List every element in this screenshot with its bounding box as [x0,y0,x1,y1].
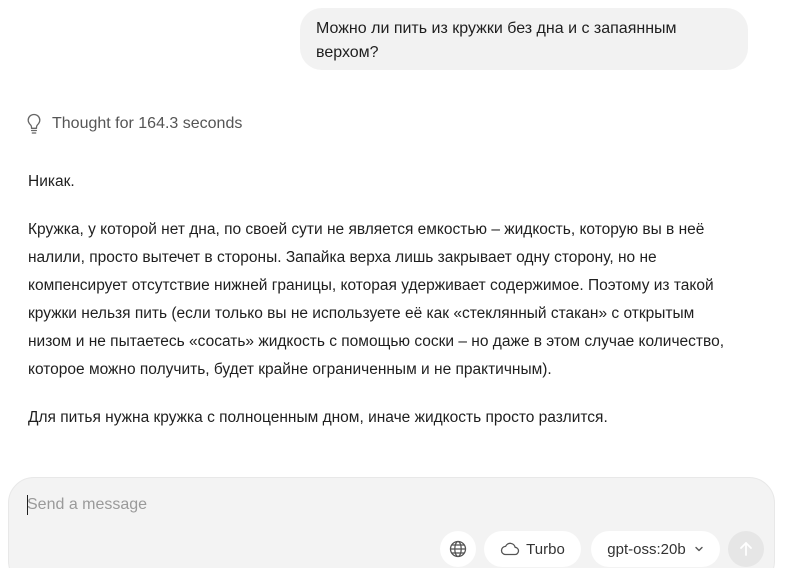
message-input[interactable] [27,494,627,516]
answer-paragraph: Кружка, у которой нет дна, по своей сути… [28,216,760,384]
answer-line: налили, просто вытечет в стороны. Запайк… [28,249,657,266]
text-caret [27,495,28,515]
web-search-button[interactable] [440,531,476,567]
arrow-up-icon [740,542,752,556]
answer-line: компенсирует отсутствие нижней границы, … [28,277,714,294]
model-label: gpt-oss:20b [607,540,686,558]
answer-line: низом и не пытаетесь «сосать» жидкость с… [28,333,724,350]
answer-paragraph: Для питья нужна кружка с полноценным дно… [28,404,760,432]
answer-line: Кружка, у которой нет дна, по своей сути… [28,221,705,238]
globe-icon [449,540,467,558]
send-button[interactable] [728,531,764,567]
chevron-down-icon [694,546,703,552]
thought-label: Thought for 164.3 seconds [52,115,243,132]
answer-line: кружки нельзя пить (если только вы не ис… [28,305,695,322]
user-message-line: Можно ли пить из кружки без дна и с запа… [316,20,677,37]
answer-text: Никак. [28,173,75,190]
user-message-bubble: Можно ли пить из кружки без дна и с запа… [300,8,748,70]
message-composer: Turbo gpt-oss:20b [8,477,775,568]
cloud-icon [501,542,520,556]
thought-toggle[interactable]: Thought for 164.3 seconds [26,112,242,136]
turbo-label: Turbo [526,540,565,558]
model-selector[interactable]: gpt-oss:20b [591,531,720,567]
answer-paragraph: Никак. [28,168,760,196]
turbo-button[interactable]: Turbo [484,531,581,567]
chat-page: Можно ли пить из кружки без дна и с запа… [0,0,807,568]
answer-text: Для питья нужна кружка с полноценным дно… [28,409,608,426]
lightbulb-icon [27,113,41,134]
user-message-line: верхом? [316,44,379,61]
answer-line: которое можно получить, будет крайне огр… [28,361,552,378]
